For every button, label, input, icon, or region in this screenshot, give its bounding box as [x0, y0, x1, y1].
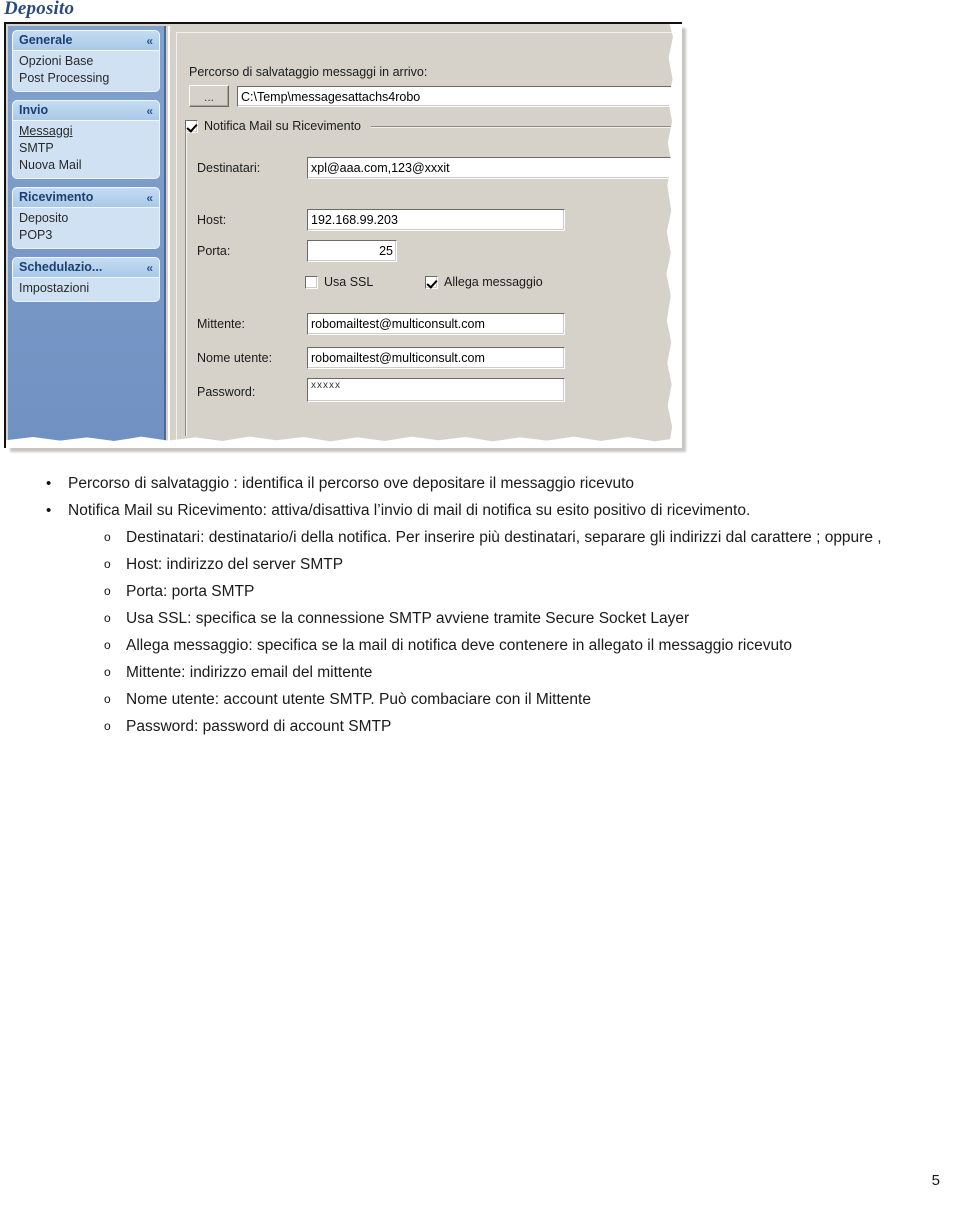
sidebar-item-pop3[interactable]: POP3	[19, 227, 153, 244]
mittente-label: Mittente:	[197, 317, 245, 331]
navigation-sidebar: Generale « Opzioni Base Post Processing …	[8, 26, 166, 446]
usa-ssl-row[interactable]: Usa SSL	[305, 275, 373, 289]
page-number: 5	[931, 1172, 940, 1189]
host-input[interactable]: 192.168.99.203	[307, 209, 565, 231]
list-item: o Mittente: indirizzo email del mittente	[104, 659, 960, 686]
screenshot-figure: Generale « Opzioni Base Post Processing …	[4, 22, 690, 462]
destinatari-input[interactable]: xpl@aaa.com,123@xxxit	[307, 157, 677, 179]
save-path-label: Percorso di salvataggio messaggi in arri…	[189, 65, 428, 79]
list-item-text: Host: indirizzo del server SMTP	[126, 556, 344, 573]
list-item: o Porta: porta SMTP	[104, 578, 960, 605]
sidebar-group-ricevimento: Ricevimento « Deposito POP3	[12, 187, 160, 249]
sidebar-item-messaggi[interactable]: Messaggi	[19, 123, 153, 140]
bullet-hollow-icon: o	[104, 638, 111, 652]
allega-messaggio-label: Allega messaggio	[444, 275, 543, 289]
sidebar-group-generale: Generale « Opzioni Base Post Processing	[12, 30, 160, 92]
allega-messaggio-row[interactable]: Allega messaggio	[425, 275, 543, 289]
chevron-up-icon[interactable]: «	[146, 35, 153, 47]
settings-panel-inner: Percorso di salvataggio messaggi in arri…	[176, 32, 682, 442]
nome-utente-input[interactable]: robomailtest@multiconsult.com	[307, 347, 565, 369]
chevron-up-icon[interactable]: «	[146, 192, 153, 204]
notification-group-header: Notifica Mail su Ricevimento	[185, 119, 672, 133]
list-item: o Password: password di account SMTP	[104, 713, 960, 740]
sidebar-group-header-label: Schedulazio...	[19, 260, 103, 274]
nome-utente-label: Nome utente:	[197, 351, 273, 365]
bullet-hollow-icon: o	[104, 611, 111, 625]
list-item-text: Password: password di account SMTP	[126, 718, 392, 735]
list-item-text: Porta: porta SMTP	[126, 583, 255, 600]
chevron-up-icon[interactable]: «	[146, 262, 153, 274]
notifica-mail-label: Notifica Mail su Ricevimento	[204, 119, 361, 133]
sidebar-group-header-ricevimento[interactable]: Ricevimento «	[12, 187, 160, 208]
sidebar-group-body-invio: Messaggi SMTP Nuova Mail	[12, 121, 160, 179]
list-item-text: Nome utente: account utente SMTP. Può co…	[126, 691, 591, 708]
sidebar-group-invio: Invio « Messaggi SMTP Nuova Mail	[12, 100, 160, 179]
list-item: • Notifica Mail su Ricevimento: attiva/d…	[46, 497, 960, 524]
bullet-hollow-icon: o	[104, 530, 111, 544]
password-label: Password:	[197, 385, 256, 399]
sidebar-group-body-generale: Opzioni Base Post Processing	[12, 51, 160, 92]
usa-ssl-label: Usa SSL	[324, 275, 374, 289]
bullet-hollow-icon: o	[104, 557, 111, 571]
list-item: o Usa SSL: specifica se la connessione S…	[104, 605, 960, 632]
list-item-text: Notifica Mail su Ricevimento: attiva/dis…	[68, 502, 751, 519]
bullet-hollow-icon: o	[104, 584, 111, 598]
allega-messaggio-checkbox[interactable]	[425, 275, 438, 289]
sidebar-item-deposito[interactable]: Deposito	[19, 210, 153, 227]
bullet-hollow-icon: o	[104, 665, 111, 679]
browse-button[interactable]: ...	[189, 85, 229, 107]
destinatari-label: Destinatari:	[197, 161, 261, 175]
list-item-text: Allega messaggio: specifica se la mail d…	[126, 637, 793, 654]
sidebar-item-smtp[interactable]: SMTP	[19, 140, 153, 157]
sidebar-group-header-label: Generale	[19, 33, 73, 47]
chevron-up-icon[interactable]: «	[146, 105, 153, 117]
porta-input[interactable]: 25	[307, 240, 397, 262]
list-item: • Percorso di salvataggio : identifica i…	[46, 470, 960, 497]
list-item: o Destinatari: destinatario/i della noti…	[104, 524, 960, 551]
list-item-text: Destinatari: destinatario/i della notifi…	[126, 529, 882, 546]
list-item: o Host: indirizzo del server SMTP	[104, 551, 960, 578]
group-vertical-line	[185, 129, 186, 436]
sidebar-group-body-ricevimento: Deposito POP3	[12, 208, 160, 249]
bullet-filled-icon: •	[46, 502, 52, 519]
page-title: Deposito	[4, 0, 75, 19]
sidebar-item-nuova-mail[interactable]: Nuova Mail	[19, 157, 153, 174]
notifica-mail-checkbox[interactable]	[185, 119, 198, 133]
group-divider-line	[371, 125, 672, 127]
save-path-input[interactable]: C:\Temp\messagesattachs4robo	[237, 86, 682, 107]
settings-panel: Percorso di salvataggio messaggi in arri…	[168, 26, 682, 446]
list-item: o Allega messaggio: specifica se la mail…	[104, 632, 960, 659]
list-item-text: Usa SSL: specifica se la connessione SMT…	[126, 610, 690, 627]
mittente-input[interactable]: robomailtest@multiconsult.com	[307, 313, 565, 335]
description-list: • Percorso di salvataggio : identifica i…	[0, 470, 960, 740]
sidebar-group-header-label: Ricevimento	[19, 190, 94, 204]
list-item-text: Mittente: indirizzo email del mittente	[126, 664, 373, 681]
sidebar-item-impostazioni[interactable]: Impostazioni	[19, 280, 153, 297]
sidebar-item-post-processing[interactable]: Post Processing	[19, 70, 153, 87]
list-item-text: Percorso di salvataggio : identifica il …	[68, 475, 635, 492]
list-item: o Nome utente: account utente SMTP. Può …	[104, 686, 960, 713]
host-label: Host:	[197, 213, 227, 227]
bullet-hollow-icon: o	[104, 719, 111, 733]
sidebar-group-header-invio[interactable]: Invio «	[12, 100, 160, 121]
sidebar-group-header-schedulazione[interactable]: Schedulazio... «	[12, 257, 160, 278]
application-window: Generale « Opzioni Base Post Processing …	[4, 22, 682, 448]
usa-ssl-checkbox[interactable]	[305, 275, 318, 289]
password-input[interactable]: xxxxx	[307, 378, 565, 402]
sidebar-group-body-schedulazione: Impostazioni	[12, 278, 160, 302]
bullet-hollow-icon: o	[104, 692, 111, 706]
bullet-filled-icon: •	[46, 475, 52, 492]
sidebar-item-opzioni-base[interactable]: Opzioni Base	[19, 53, 153, 70]
sidebar-group-header-generale[interactable]: Generale «	[12, 30, 160, 51]
sidebar-group-header-label: Invio	[19, 103, 49, 117]
porta-label: Porta:	[197, 244, 231, 258]
sidebar-group-schedulazione: Schedulazio... « Impostazioni	[12, 257, 160, 302]
